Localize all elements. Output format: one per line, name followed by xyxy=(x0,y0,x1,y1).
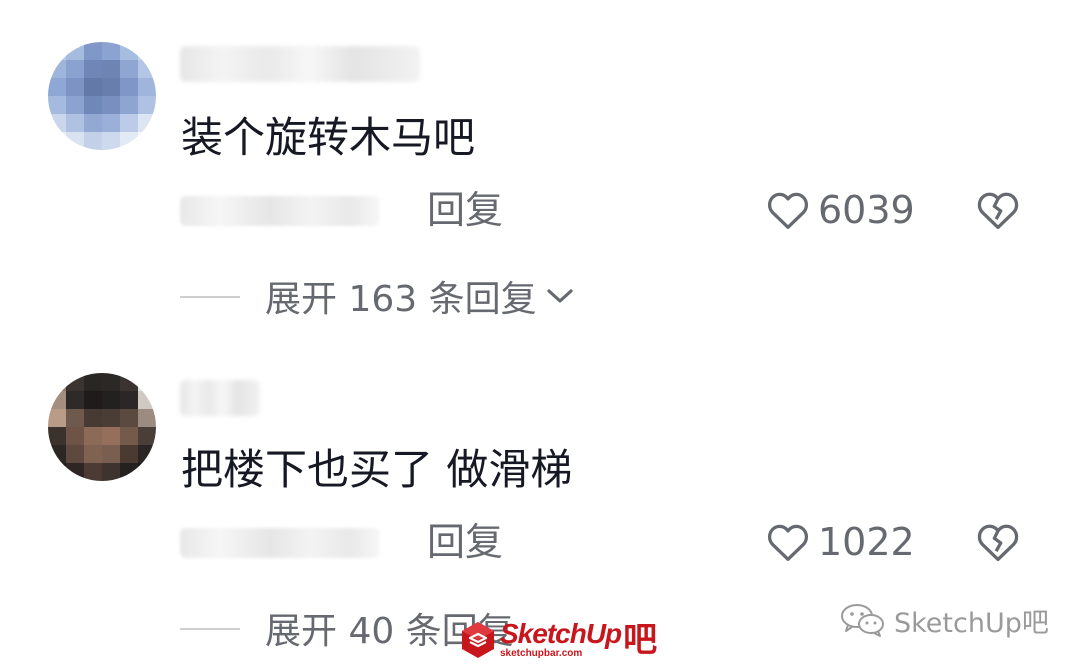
comment-actions: 回复 6039 xyxy=(0,186,1080,234)
logo-brand-suffix: 吧 xyxy=(623,620,658,660)
wechat-watermark: SketchUp吧 xyxy=(840,600,1049,640)
expand-replies-row: 展开 163 条回复 xyxy=(0,272,1080,320)
heart-outline-icon xyxy=(767,192,809,229)
expand-replies-label: 展开 163 条回复 xyxy=(265,279,537,320)
divider xyxy=(180,296,240,298)
dislike-button[interactable] xyxy=(976,520,1020,564)
avatar[interactable] xyxy=(48,373,156,481)
chevron-down-icon xyxy=(547,289,573,303)
logo-brand-name: SketchUp xyxy=(500,618,622,649)
username-blurred[interactable] xyxy=(180,380,260,416)
like-button[interactable]: 6039 xyxy=(766,186,915,234)
dislike-button[interactable] xyxy=(976,188,1020,232)
heart-outline-icon xyxy=(767,524,809,561)
sketchup-logo: SketchUp sketchupbar.com 吧 xyxy=(458,618,657,662)
reply-button[interactable]: 回复 xyxy=(427,186,503,234)
like-count: 1022 xyxy=(818,520,915,564)
divider xyxy=(180,628,240,630)
timestamp-blurred xyxy=(180,528,380,558)
broken-heart-icon xyxy=(977,192,1019,230)
timestamp-blurred xyxy=(180,196,380,226)
avatar[interactable] xyxy=(48,42,156,150)
logo-brand-url: sketchupbar.com xyxy=(500,648,583,659)
expand-replies-button[interactable]: 展开 163 条回复 xyxy=(265,272,575,320)
reply-button[interactable]: 回复 xyxy=(427,518,503,566)
comment-text: 把楼下也买了 做滑梯 xyxy=(181,445,573,494)
comment-actions: 回复 1022 xyxy=(0,518,1080,566)
wechat-icon xyxy=(841,604,884,637)
username-blurred[interactable] xyxy=(180,46,420,82)
sketchup-logo-mark xyxy=(462,622,494,658)
broken-heart-icon xyxy=(977,524,1019,562)
comment-text: 装个旋转木马吧 xyxy=(181,113,476,162)
wechat-watermark-label: SketchUp吧 xyxy=(894,607,1049,639)
like-count: 6039 xyxy=(818,188,915,232)
like-button[interactable]: 1022 xyxy=(766,518,915,566)
